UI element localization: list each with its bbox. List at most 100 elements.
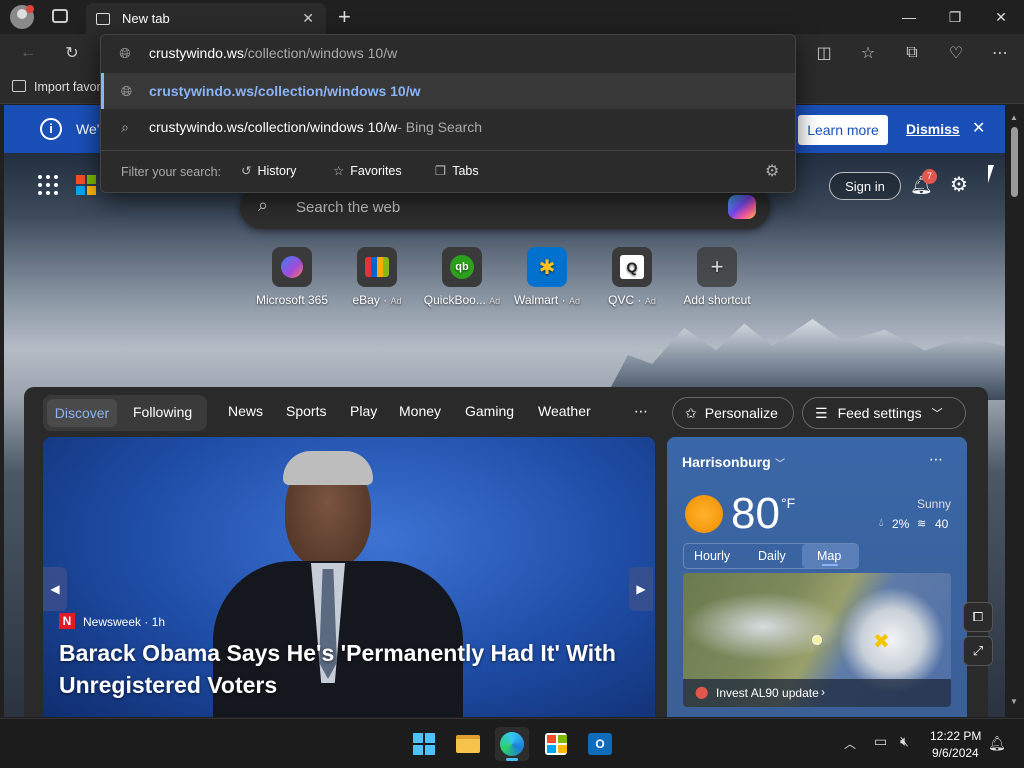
nav-weather[interactable]: Weather [538,403,591,419]
suggestion-url[interactable]: 🌐︎ crustywindo.ws/collection/windows 10/… [101,73,795,109]
minimize-icon[interactable]: — [886,0,932,34]
favorites-icon[interactable]: ☆ [854,39,882,67]
sparkle-star-icon: ✩ [685,404,697,421]
shortcut-qvc[interactable]: Q QVC · Ad [587,247,677,307]
outlook-icon[interactable]: O [583,727,617,761]
nav-news[interactable]: News [228,403,263,419]
clock-time[interactable]: 12:22 PM [930,729,981,743]
carousel-next-button[interactable]: ▶ [629,567,653,611]
filter-history[interactable]: ↺ History [241,163,296,178]
tab-actions-icon[interactable] [52,9,68,23]
map-caption-bar[interactable]: ⬤ Invest AL90 update › [683,679,951,707]
taskbar: O ︿ ▭ 🔇︎ 12:22 PM 9/6/2024 🔔︎ [0,718,1024,768]
title-bar: New tab ✕ + — ❐ ✕ [0,0,1024,34]
location-chevron-icon[interactable]: ﹀ [775,455,785,470]
hero-news-card[interactable]: ◀ ▶ N Newsweek · 1h Barack Obama Says He… [43,437,655,717]
chevron-down-icon: ﹀ [931,408,943,420]
learn-more-button[interactable]: Learn more [798,115,888,145]
change-background-icon[interactable]: ⧠ [963,602,993,632]
scroll-down-arrow-icon[interactable]: ▼ [1010,697,1018,706]
qvc-icon: Q [620,255,644,279]
sign-in-button[interactable]: Sign in [829,172,901,200]
close-tab-icon[interactable]: ✕ [302,10,314,27]
tab-title: New tab [122,11,170,26]
browser-essentials-icon[interactable]: ♡ [942,39,970,67]
filter-favorites[interactable]: ☆ Favorites [333,163,402,178]
notification-count-badge: 7 [922,169,937,184]
globe-icon: 🌐︎ [120,82,133,99]
import-favorites-link[interactable]: Import favor [34,80,101,94]
back-icon[interactable]: ← [14,39,42,67]
weather-tab-map[interactable]: Map [802,544,859,568]
weather-tab-group: Hourly Daily Map [683,543,859,569]
personalize-button[interactable]: ✩ Personalize [672,397,794,429]
shortcut-walmart[interactable]: ✱ Walmart · Ad [502,247,592,307]
hero-headline[interactable]: Barack Obama Says He's 'Permanently Had … [59,637,639,701]
weather-more-icon[interactable]: ⋯ [929,451,943,468]
shortcut-microsoft-365[interactable]: Microsoft 365 [247,247,337,307]
new-tab-icon[interactable]: + [338,4,351,30]
filter-tabs[interactable]: ❐ Tabs [435,163,479,178]
scroll-thumb[interactable] [1011,127,1018,197]
weather-tab-hourly[interactable]: Hourly [694,549,730,563]
close-banner-icon[interactable]: ✕ [972,118,985,138]
profile-avatar[interactable] [10,5,34,29]
start-windows-icon[interactable] [407,727,441,761]
network-icon[interactable]: ▭ [874,733,887,750]
nav-sports[interactable]: Sports [286,403,326,419]
weather-precip: 2% [892,517,910,531]
favorites-star-icon: ☆ [333,164,345,178]
weather-temp: 80 [731,489,780,538]
microsoft-365-icon [281,256,303,278]
refresh-icon[interactable]: ↻ [58,39,86,67]
shortcut-quickbooks[interactable]: qb QuickBoo... Ad [417,247,507,307]
shortcut-add[interactable]: + Add shortcut [672,247,762,307]
clock-date[interactable]: 9/6/2024 [932,746,979,760]
carousel-prev-button[interactable]: ◀ [43,567,67,611]
location-marker-icon [812,635,822,645]
nav-money[interactable]: Money [399,403,441,419]
feed-toggle-group: Discover Following [43,395,207,431]
history-icon: ↺ [241,164,252,178]
shortcut-ebay[interactable]: eBay · Ad [332,247,422,307]
expand-icon[interactable]: ⤢ [963,636,993,666]
edge-browser-icon[interactable] [495,727,529,761]
weather-tab-daily[interactable]: Daily [758,549,786,563]
plus-icon: + [710,254,724,279]
nav-play[interactable]: Play [350,403,377,419]
file-explorer-icon[interactable] [451,727,485,761]
suggestion-bing-search[interactable]: ⌕ crustywindo.ws/collection/windows 10/w… [101,109,795,145]
split-screen-icon[interactable]: ◫ [810,39,838,67]
weather-radar-map[interactable]: ✖ ⬤ Invest AL90 update › [683,573,951,707]
copilot-icon[interactable] [728,195,756,219]
page-scrollbar[interactable]: ▲ ▼ [1005,105,1024,717]
volume-muted-icon[interactable]: 🔇︎ [900,733,909,750]
restore-icon[interactable]: ❐ [932,0,978,34]
notification-center-bell-icon[interactable]: 🔔︎ [988,735,1006,752]
scroll-up-arrow-icon[interactable]: ▲ [1010,113,1018,122]
page-settings-gear-icon[interactable]: ⚙ [950,172,968,197]
search-input[interactable]: Search the web [296,199,400,216]
tab-following[interactable]: Following [133,404,192,420]
apps-launcher-icon[interactable] [38,175,58,195]
nav-gaming[interactable]: Gaming [465,403,514,419]
collections-icon[interactable]: ⧉ [898,39,926,67]
dismiss-link[interactable]: Dismiss [906,121,960,137]
filter-label: Filter your search: [121,165,222,179]
news-feed: Discover Following News Sports Play Mone… [24,387,988,717]
address-input[interactable]: 🌐︎ crustywindo.ws/collection/windows 10/… [101,35,795,71]
nav-more-icon[interactable]: ⋯ [634,403,648,420]
tab-new-tab[interactable]: New tab ✕ [86,3,326,34]
feed-settings-button[interactable]: ☰ Feed settings ﹀ [802,397,966,429]
weather-unit: °F [781,495,796,511]
search-icon: ⌕ [258,195,269,215]
search-settings-gear-icon[interactable]: ⚙ [765,161,779,181]
close-window-icon[interactable]: ✕ [978,0,1024,34]
tab-discover[interactable]: Discover [47,399,117,427]
chevron-right-icon: › [821,685,825,699]
weather-location[interactable]: Harrisonburg [682,454,771,470]
microsoft-store-icon[interactable] [539,727,573,761]
tray-overflow-chevron-icon[interactable]: ︿ [844,735,856,752]
more-menu-icon[interactable]: ⋯ [986,39,1014,67]
ebay-icon [365,257,389,277]
